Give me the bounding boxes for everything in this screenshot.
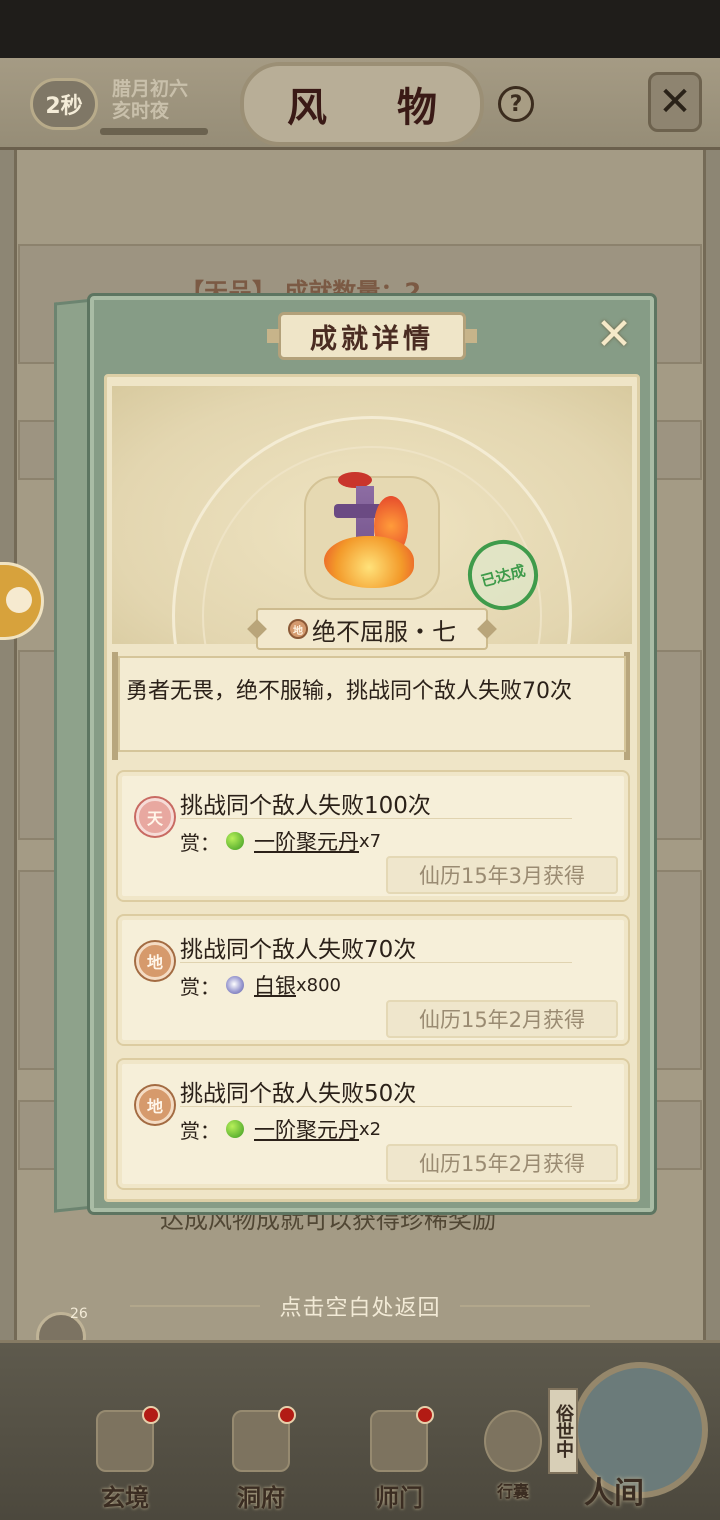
close-x-icon[interactable]: ✕ (592, 309, 636, 360)
grade-badge: 地 (136, 1086, 174, 1124)
tier-reward: 赏： 一阶聚元丹 x7 (180, 826, 381, 856)
achievement-name-plate: 地 绝不屈服・七 (256, 608, 488, 650)
modal-title-plaque: 成就详情 (267, 312, 477, 360)
pill-icon (226, 1120, 244, 1138)
chat-count-badge: 26 (70, 1306, 88, 1322)
nav-label: 洞府 (237, 1483, 285, 1512)
notification-dot (278, 1406, 296, 1424)
bag-icon (484, 1410, 542, 1472)
nav-label: 师门 (375, 1483, 423, 1512)
pill-icon (226, 832, 244, 850)
reward-prefix: 赏： (180, 1118, 220, 1143)
return-hint: 点击空白处返回 (279, 1296, 441, 1321)
grade-badge: 地 (136, 942, 174, 980)
achievement-hero (112, 386, 632, 644)
reward-item-link[interactable]: 一阶聚元丹 (254, 1114, 359, 1144)
page-title-plaque: 风 物 (240, 62, 484, 146)
nav-item-dongfu[interactable]: 洞府 (206, 1406, 316, 1512)
reward-prefix: 赏： (180, 830, 220, 855)
reward-quantity: x800 (296, 974, 342, 996)
achievement-tier-card: 地 挑战同个敌人失败50次 赏： 一阶聚元丹 x2 仙历15年2月获得 (116, 1058, 630, 1190)
tier-reward: 赏： 一阶聚元丹 x2 (180, 1114, 381, 1144)
nav-item-shimen[interactable]: 师门 (344, 1406, 454, 1512)
reward-item-link[interactable]: 一阶聚元丹 (254, 826, 359, 856)
game-date: 腊月初六 亥时夜 (112, 78, 188, 122)
nav-label: 玄境 (101, 1483, 149, 1512)
divider (180, 1106, 572, 1107)
grade-badge: 天 (136, 798, 174, 836)
notification-dot (142, 1406, 160, 1424)
reward-item-link[interactable]: 白银 (254, 970, 296, 1000)
divider (180, 818, 572, 819)
achievement-description: 勇者无畏，绝不服输，挑战同个敌人失败70次 (118, 656, 626, 752)
grade-badge: 地 (288, 619, 308, 639)
achievement-name: 绝不屈服・七 (312, 617, 456, 646)
achievement-tier-card: 天 挑战同个敌人失败100次 赏： 一阶聚元丹 x7 仙历15年3月获得 (116, 770, 630, 902)
reward-quantity: x7 (359, 830, 382, 852)
timer-text: 2秒 (45, 94, 83, 119)
notification-dot (416, 1406, 434, 1424)
reward-prefix: 赏： (180, 974, 220, 999)
stamp-text: 已达成 (479, 560, 528, 591)
silver-icon (226, 976, 244, 994)
tier-reward: 赏： 白银 x800 (180, 970, 341, 1000)
reward-quantity: x2 (359, 1118, 382, 1140)
nav-label: 行囊 (496, 1482, 529, 1501)
world-label: 人间 (584, 1476, 644, 1511)
date-line-2: 亥时夜 (112, 100, 170, 122)
obtained-time: 仙历15年2月获得 (386, 1000, 618, 1038)
world-status-tag: 俗世中 (548, 1388, 578, 1474)
flame-icon (324, 536, 414, 588)
time-progress-bar (100, 128, 208, 135)
timer-badge: 2秒 (30, 78, 98, 130)
tier-condition: 挑战同个敌人失败50次 (180, 1081, 417, 1107)
page-title: 风 物 (287, 84, 465, 131)
obtained-time: 仙历15年2月获得 (386, 1144, 618, 1182)
question-icon[interactable]: ? (498, 86, 534, 122)
achievement-tier-card: 地 挑战同个敌人失败70次 赏： 白银 x800 仙历15年2月获得 (116, 914, 630, 1046)
modal-title: 成就详情 (310, 323, 434, 355)
nav-item-xuanjing[interactable]: 玄境 (70, 1406, 180, 1512)
status-strip (0, 0, 720, 58)
close-x-icon[interactable]: ✕ (648, 72, 702, 132)
tier-condition: 挑战同个敌人失败70次 (180, 937, 417, 963)
tier-condition: 挑战同个敌人失败100次 (180, 793, 431, 819)
divider (180, 962, 572, 963)
date-line-1: 腊月初六 (112, 78, 189, 100)
obtained-time: 仙历15年3月获得 (386, 856, 618, 894)
